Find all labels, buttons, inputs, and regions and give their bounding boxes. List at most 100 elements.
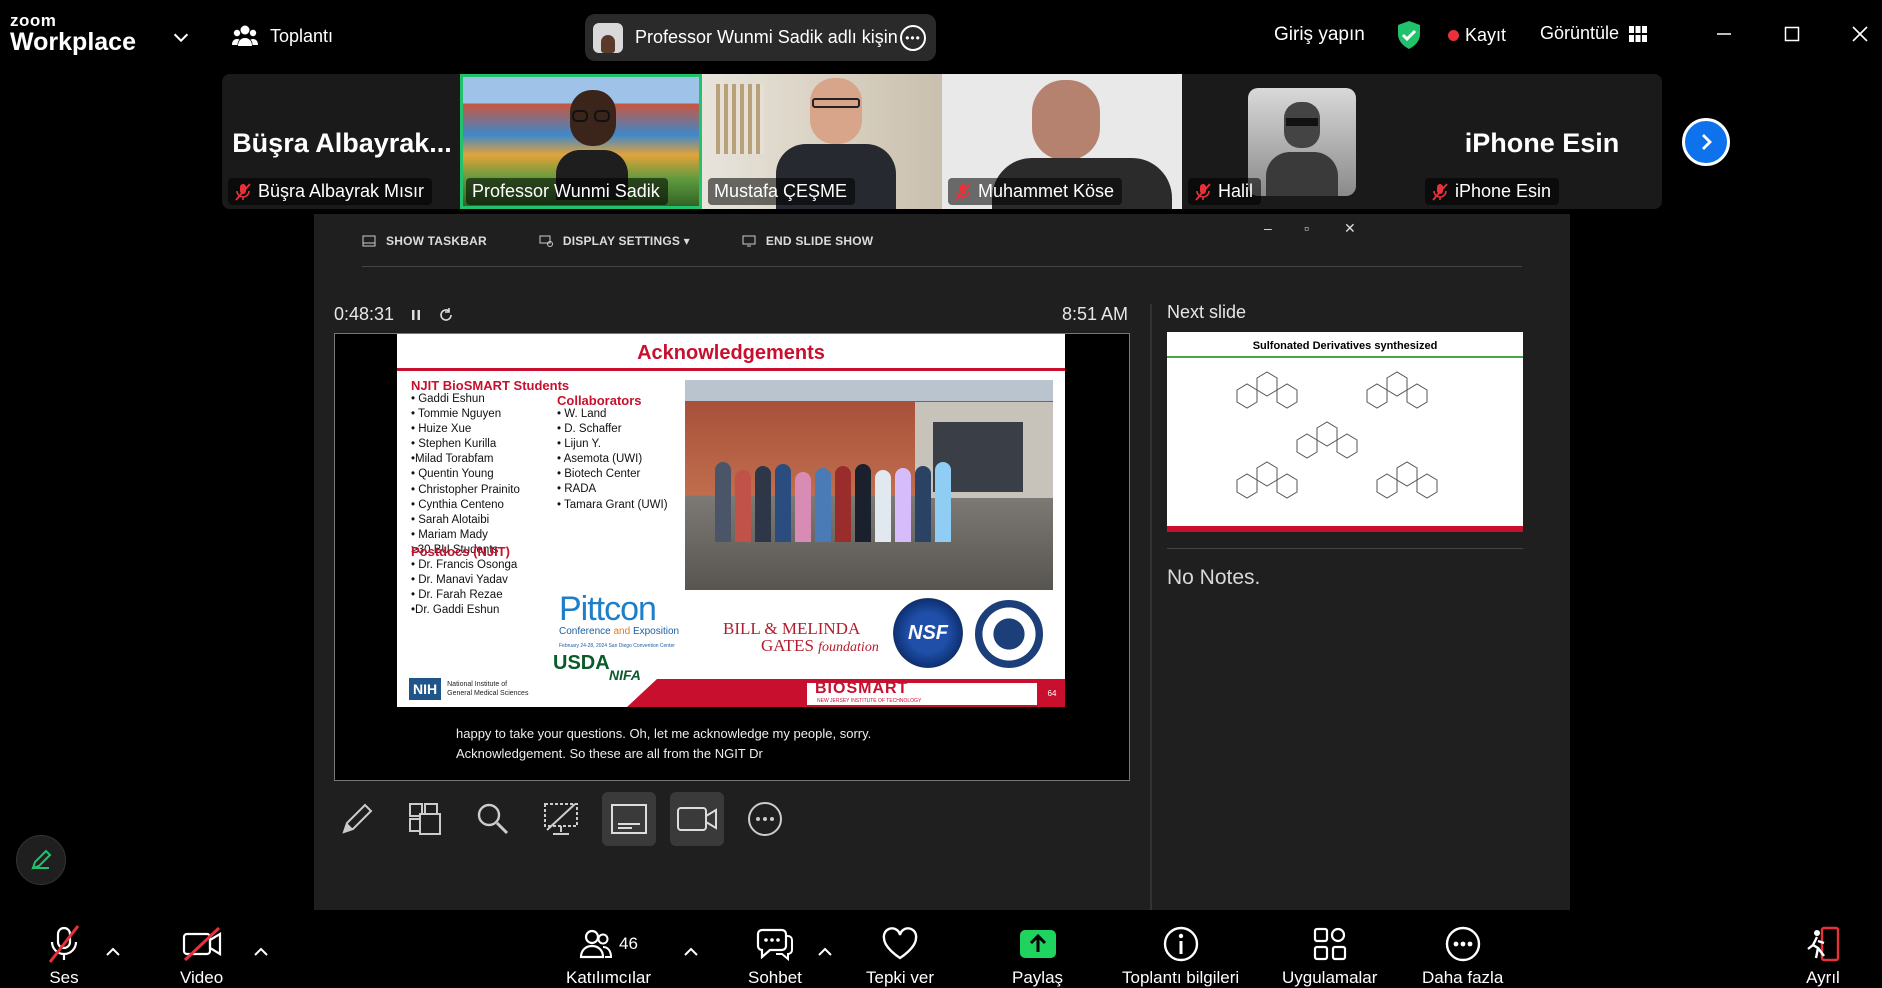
view-button[interactable]: Görüntüle [1540,23,1648,44]
show-taskbar-button[interactable]: SHOW TASKBAR [362,234,487,248]
brand-workplace: Workplace [10,28,136,56]
presenter-restore-icon[interactable]: ▫ [1304,220,1309,236]
people-group [715,460,985,542]
mic-muted-icon [1432,182,1448,201]
meeting-menu-button[interactable]: Toplantı [232,24,333,48]
participant-tile[interactable]: Muhammet Köse [942,74,1182,209]
presenter-toolbar: SHOW TASKBAR DISPLAY SETTINGS ▾ END SLID… [362,234,925,248]
zoom-logo: zoom Workplace [10,12,136,55]
more-options-icon[interactable]: ••• [900,25,926,51]
record-dot-icon [1448,30,1459,41]
chat-button[interactable]: Sohbet [748,922,802,988]
display-settings-icon [539,235,553,247]
list-item: • Quentin Young [411,468,494,481]
list-item: • Biotech Center [557,468,641,481]
camera-toggle-button[interactable] [670,792,724,846]
info-icon [1163,926,1198,962]
subtitles-icon [611,804,647,834]
share-screen-icon [1019,930,1056,958]
chat-icon [756,928,793,962]
apps-button[interactable]: Uygulamalar [1282,922,1377,988]
timer-value: 0:48:31 [334,304,395,324]
pen-tool-button[interactable] [330,792,384,846]
gates-foundation-logo: BILL & MELINDA GATES foundation [723,620,879,656]
presenter-close-icon[interactable]: ✕ [1344,220,1356,237]
gallery-next-button[interactable] [1682,118,1730,166]
black-screen-button[interactable] [534,792,588,846]
pittcon-sub-a: Conference [559,626,614,637]
annotate-button[interactable] [16,835,66,885]
active-speaker-text: Professor Wunmi Sadik adlı kişin [635,27,898,47]
mic-muted-icon [235,182,251,201]
minimize-icon[interactable] [1710,20,1738,48]
pittcon-logo: Pittcon Conference and Exposition Februa… [559,592,699,649]
more-button[interactable]: Daha fazla [1422,922,1503,988]
zoom-slide-button[interactable] [466,792,520,846]
participant-tile-active[interactable]: Professor Wunmi Sadik [460,74,702,209]
chevron-up-icon[interactable] [252,946,270,958]
group-photo [685,380,1053,590]
list-item: • Tamara Grant (UWI) [557,498,668,511]
list-item: • Asemota (UWI) [557,453,643,466]
current-slide-area: Acknowledgements NJIT BioSMART Students … [334,333,1130,781]
meeting-info-button[interactable]: Toplantı bilgileri [1122,922,1239,988]
students-list: • Gaddi Eshun • Tommie Nguyen • Huize Xu… [411,392,520,558]
react-button[interactable]: Tepki ver [866,922,934,988]
shield-check-icon[interactable] [1396,20,1422,50]
gates-foundation-word: foundation [818,640,879,655]
leave-button[interactable]: Ayrıl [1804,922,1842,988]
notes-divider [1167,548,1523,549]
pittcon-sub-and: and [613,626,631,637]
mic-muted-icon [48,925,80,963]
next-slide-title: Sulfonated Derivatives synthesized [1252,340,1438,352]
brand-zoom: zoom [10,11,57,30]
participant-tile[interactable]: Mustafa ÇEŞME [702,74,942,209]
restart-icon[interactable] [438,307,454,323]
caption-line: Acknowledgement. So these are all from t… [456,746,763,761]
slide-title-rule [397,368,1065,371]
share-screen-button[interactable]: Paylaş [1012,922,1063,988]
list-item: • W. Land [557,408,607,420]
end-slide-show-label: END SLIDE SHOW [765,234,874,248]
chevron-down-icon[interactable] [170,26,192,48]
chemical-structures-image [1236,371,1438,499]
subtitles-button[interactable] [602,792,656,846]
close-icon[interactable] [1846,20,1874,48]
see-all-slides-button[interactable] [398,792,452,846]
chevron-up-icon[interactable] [816,946,834,958]
participants-button[interactable]: 46 Katılımcılar [566,922,651,988]
slide-number: 64 [1039,682,1065,704]
chevron-up-icon[interactable] [104,946,122,958]
share-label: Paylaş [1012,968,1064,987]
slide-title: Acknowledgements [637,342,825,364]
nih-text-line-1: National Institute of [447,681,508,688]
participant-tile[interactable]: Halil [1182,74,1422,209]
participant-label: Büşra Albayrak Mısır [228,178,433,205]
collaborators-list: • W. Land • D. Schaffer • Lijun Y. • Ase… [557,407,668,513]
participant-tile[interactable]: Büşra Albayrak... Büşra Albayrak Mısır [222,74,462,209]
top-bar: zoom Workplace Toplantı Professor Wunmi … [0,0,1882,72]
sign-in-link[interactable]: Giriş yapın [1274,24,1365,46]
mic-button[interactable]: Ses [44,922,84,988]
participant-big-name: Büşra Albayrak... [232,128,452,158]
presenter-tools [330,792,792,846]
presenter-minimize-icon[interactable]: – [1264,220,1272,236]
gates-line-2: GATES foundation [723,637,879,656]
chat-label: Sohbet [748,968,802,987]
end-slide-show-button[interactable]: END SLIDE SHOW [742,234,873,248]
pause-icon[interactable] [410,308,422,322]
display-settings-button[interactable]: DISPLAY SETTINGS ▾ [539,234,690,248]
next-slide-thumbnail[interactable]: Sulfonated Derivatives synthesized [1167,332,1523,532]
list-item: • Tommie Nguyen [411,408,502,421]
active-speaker-pill[interactable]: Professor Wunmi Sadik adlı kişin ••• [585,14,936,61]
chevron-up-icon[interactable] [682,946,700,958]
participant-tile[interactable]: iPhone Esin iPhone Esin [1422,74,1662,209]
record-indicator[interactable]: Kayıt [1448,25,1506,46]
show-taskbar-label: SHOW TASKBAR [386,234,487,248]
usda-logo: USDA [553,652,610,674]
video-button[interactable]: Video [180,922,223,988]
participant-avatar [1248,88,1356,196]
more-slide-options-button[interactable] [738,792,792,846]
nih-text-line-2: General Medical Sciences [447,690,529,697]
maximize-icon[interactable] [1778,20,1806,48]
